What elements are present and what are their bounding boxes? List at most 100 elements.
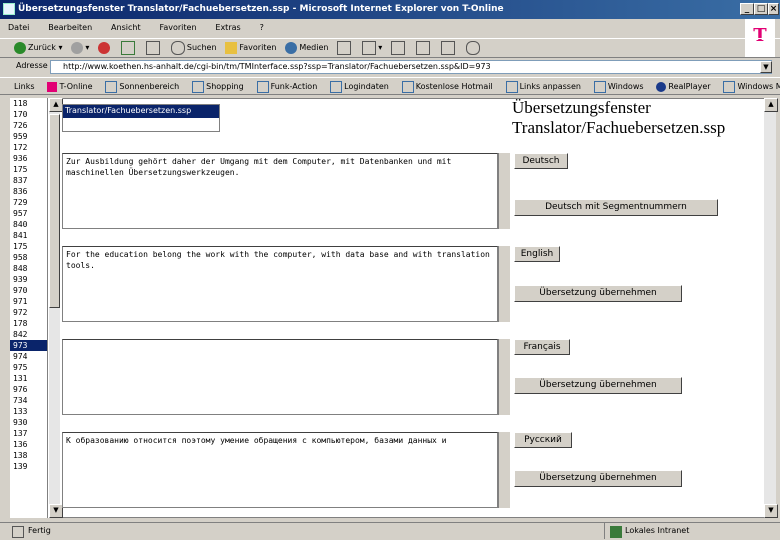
segment-id-item[interactable]: 729 <box>10 197 47 208</box>
segment-id-item[interactable]: 118 <box>10 98 47 109</box>
segment-id-item[interactable]: 138 <box>10 450 47 461</box>
german-scrollbar[interactable] <box>498 153 510 229</box>
english-button[interactable]: English <box>514 246 560 262</box>
german-text-area[interactable]: Zur Ausbildung gehört daher der Umgang m… <box>62 153 498 229</box>
segment-id-item[interactable]: 734 <box>10 395 47 406</box>
left-scrollbar[interactable]: ▲ ▼ <box>48 98 63 518</box>
page-scroll-up-button[interactable]: ▲ <box>764 98 778 112</box>
segment-id-item[interactable]: 970 <box>10 285 47 296</box>
menu-favoriten[interactable]: Favoriten <box>151 19 204 37</box>
back-button[interactable]: Zurück ▾ <box>14 39 63 57</box>
segment-id-item[interactable]: 841 <box>10 230 47 241</box>
menu-datei[interactable]: Datei <box>0 19 37 37</box>
discuss-button[interactable] <box>440 39 457 57</box>
segment-id-item[interactable]: 131 <box>10 373 47 384</box>
page-scrollbar[interactable]: ▲ ▼ <box>764 98 778 518</box>
russian-text-area[interactable]: К образованию относится поэтому умение о… <box>62 432 498 508</box>
search-button[interactable]: Suchen <box>170 39 217 57</box>
stop-button[interactable] <box>98 39 112 57</box>
segment-id-item[interactable]: 137 <box>10 428 47 439</box>
maximize-button[interactable]: □ <box>754 3 768 15</box>
english-apply-button[interactable]: Übersetzung übernehmen <box>514 285 682 302</box>
russian-apply-button[interactable]: Übersetzung übernehmen <box>514 470 682 487</box>
link-realplayer[interactable]: RealPlayer <box>656 78 711 94</box>
links-label: Links <box>14 82 35 91</box>
segment-id-item[interactable]: 976 <box>10 384 47 395</box>
segment-id-item[interactable]: 726 <box>10 120 47 131</box>
segment-id-item[interactable]: 971 <box>10 296 47 307</box>
link-logindaten[interactable]: Logindaten <box>330 78 389 94</box>
segment-id-item[interactable]: 959 <box>10 131 47 142</box>
segment-id-item[interactable]: 836 <box>10 186 47 197</box>
segment-id-item[interactable]: 133 <box>10 406 47 417</box>
link-shopping[interactable]: Shopping <box>192 78 244 94</box>
window-title-bar[interactable]: Übersetzungsfenster Translator/Fachueber… <box>0 0 780 19</box>
segment-id-item[interactable]: 139 <box>10 461 47 472</box>
segment-id-item[interactable]: 178 <box>10 318 47 329</box>
segment-id-item[interactable]: 936 <box>10 153 47 164</box>
forward-button[interactable]: ▾ <box>71 39 89 57</box>
segment-id-item[interactable]: 957 <box>10 208 47 219</box>
francais-button[interactable]: Français <box>514 339 570 355</box>
link-sonnenbereich[interactable]: Sonnenbereich <box>105 78 179 94</box>
page-scroll-down-button[interactable]: ▼ <box>764 504 778 518</box>
french-text-area[interactable] <box>62 339 498 415</box>
history-button[interactable] <box>337 39 353 57</box>
segment-id-item[interactable]: 172 <box>10 142 47 153</box>
menu-ansicht[interactable]: Ansicht <box>103 19 149 37</box>
file-path-list[interactable]: Translator/Fachuebersetzen.ssp <box>62 104 220 132</box>
segment-id-item[interactable]: 930 <box>10 417 47 428</box>
segment-id-list[interactable]: 118 170 726 959 172 936 175 837 836 729 957 840 841 1… <box>10 98 48 518</box>
segment-id-item[interactable]: 972 <box>10 307 47 318</box>
mail-button[interactable]: ▾ <box>362 39 382 57</box>
english-scrollbar[interactable] <box>498 246 510 322</box>
scroll-down-button[interactable]: ▼ <box>49 504 63 518</box>
scroll-up-button[interactable]: ▲ <box>49 98 63 112</box>
favorites-button[interactable]: Favoriten <box>225 39 276 57</box>
deutsch-button[interactable]: Deutsch <box>514 153 568 169</box>
page-title-line1: Übersetzungsfenster <box>512 98 651 117</box>
english-text-area[interactable]: For the education belong the work with t… <box>62 246 498 322</box>
home-button[interactable] <box>146 39 162 57</box>
segment-id-item[interactable]: 974 <box>10 351 47 362</box>
segment-id-item[interactable]: 175 <box>10 164 47 175</box>
segment-id-item[interactable]: 958 <box>10 252 47 263</box>
link-hotmail[interactable]: Kostenlose Hotmail <box>401 78 493 94</box>
segment-id-item[interactable]: 975 <box>10 362 47 373</box>
menu-help[interactable]: ? <box>252 19 272 37</box>
minimize-button[interactable]: _ <box>740 3 754 15</box>
segment-id-item[interactable]: 939 <box>10 274 47 285</box>
segment-id-item[interactable]: 840 <box>10 219 47 230</box>
address-input[interactable]: http://www.koethen.hs-anhalt.de/cgi-bin/… <box>50 60 772 74</box>
page-icon <box>505 80 518 93</box>
french-scrollbar[interactable] <box>498 339 510 415</box>
segment-id-item[interactable]: 175 <box>10 241 47 252</box>
segment-id-item[interactable]: 837 <box>10 175 47 186</box>
menu-extras[interactable]: Extras <box>207 19 248 37</box>
segment-id-item[interactable]: 136 <box>10 439 47 450</box>
deutsch-segment-button[interactable]: Deutsch mit Segmentnummern <box>514 199 718 216</box>
close-button[interactable]: × <box>768 3 779 15</box>
edit-button[interactable] <box>415 39 432 57</box>
link-windows-media[interactable]: Windows Media <box>723 78 780 94</box>
russian-button[interactable]: Русский <box>514 432 572 448</box>
link-windows[interactable]: Windows <box>593 78 644 94</box>
segment-id-item[interactable]: 973 <box>10 340 47 351</box>
refresh-button[interactable] <box>121 39 137 57</box>
media-button[interactable]: Medien <box>285 39 328 57</box>
messenger-button[interactable] <box>465 39 482 57</box>
segment-id-item[interactable]: 842 <box>10 329 47 340</box>
scroll-thumb[interactable] <box>49 114 60 308</box>
link-funk-action[interactable]: Funk-Action <box>256 78 317 94</box>
menu-bearbeiten[interactable]: Bearbeiten <box>40 19 100 37</box>
link-t-online[interactable]: T-Online <box>47 78 93 94</box>
link-links-anpassen[interactable]: Links anpassen <box>505 78 581 94</box>
print-button[interactable] <box>391 39 407 57</box>
address-url: http://www.koethen.hs-anhalt.de/cgi-bin/… <box>63 62 491 71</box>
selected-path[interactable]: Translator/Fachuebersetzen.ssp <box>63 105 219 118</box>
french-apply-button[interactable]: Übersetzung übernehmen <box>514 377 682 394</box>
segment-id-item[interactable]: 848 <box>10 263 47 274</box>
segment-id-item[interactable]: 170 <box>10 109 47 120</box>
address-dropdown-button[interactable]: ▼ <box>760 61 772 73</box>
russian-scrollbar[interactable] <box>498 432 510 508</box>
